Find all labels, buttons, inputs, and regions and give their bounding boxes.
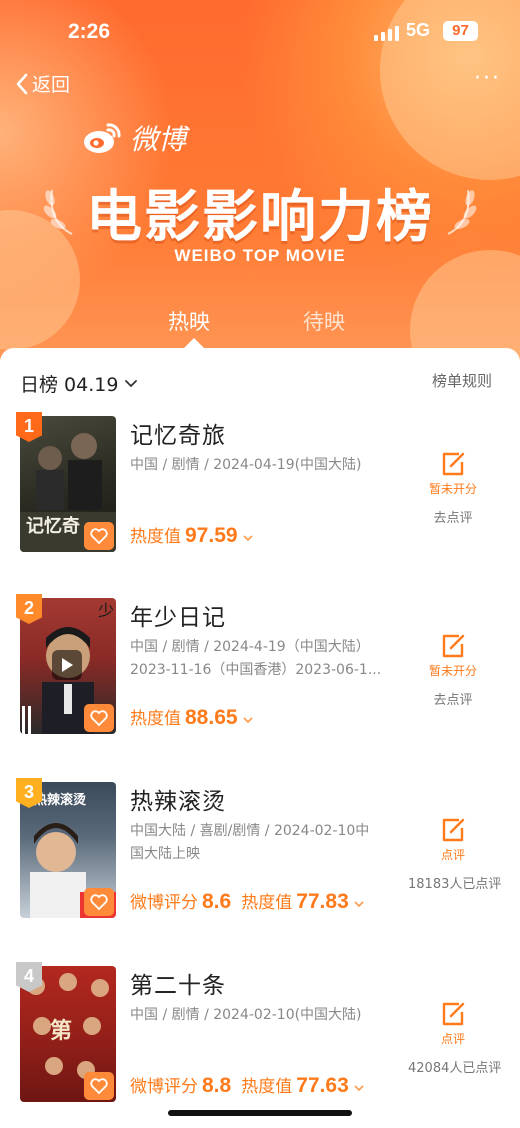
edit-icon — [442, 818, 465, 842]
movie-info: 中国 / 剧情 / 2024-4-19（中国大陆） 2023-11-16（中国香… — [130, 636, 402, 682]
movie-info-line: 中国 / 剧情 / 2024-4-19（中国大陆） — [130, 639, 370, 655]
chevron-down-icon — [242, 717, 253, 724]
heat-row[interactable]: 热度值 88.65 — [130, 704, 254, 730]
movie-title: 年少日记 — [130, 605, 226, 631]
movie-info-line: 中国 / 剧情 / 2024-04-19(中国大陆) — [130, 457, 362, 473]
network-label: 5G — [406, 20, 431, 40]
review-status: 点评 — [440, 1032, 465, 1046]
day-label: 日榜 04.19 — [20, 374, 119, 396]
movie-info-line: 中国 / 剧情 / 2024-02-10(中国大陆) — [130, 1007, 362, 1023]
tab-bar: 热映 待映 — [0, 306, 520, 346]
status-bar: 2:26 5G 97 — [0, 18, 520, 48]
movie-info: 中国大陆 / 喜剧/剧情 / 2024-02-10中 国大陆上映 — [130, 820, 402, 866]
review-count: 18183人已点评 — [408, 877, 502, 892]
home-indicator — [168, 1110, 352, 1116]
score-value: 8.6 — [202, 890, 232, 913]
logo-text: 微博 — [130, 123, 187, 156]
movie-item[interactable]: 第 4 第二十条 中国 / 剧情 / 2024-02-10(中国大陆) 微博评分… — [0, 962, 520, 1116]
review-button[interactable]: 暂未开分 去点评 — [408, 632, 498, 708]
status-time: 2:26 — [68, 20, 111, 43]
heat-row[interactable]: 热度值 97.59 — [130, 522, 254, 548]
chevron-down-icon — [354, 901, 364, 908]
tab-coming-soon[interactable]: 待映 — [303, 306, 345, 336]
svg-text:少: 少 — [98, 601, 114, 620]
heat-value: 97.59 — [185, 524, 238, 547]
review-button[interactable]: 点评 18183人已点评 — [408, 816, 502, 892]
heat-row[interactable]: 微博评分 8.6 热度值 77.83 — [130, 888, 365, 914]
edit-icon — [442, 634, 465, 658]
movie-info: 中国 / 剧情 / 2024-04-19(中国大陆) — [130, 454, 402, 477]
heart-icon[interactable] — [84, 522, 114, 550]
heat-value: 77.83 — [296, 890, 349, 913]
day-selector[interactable]: 日榜 04.19 — [20, 370, 138, 397]
back-button[interactable]: 返回 — [14, 70, 70, 97]
movie-item[interactable]: 少 2 年少日记 中国 / 剧情 / 2024-4-19（中国大陆） 2023-… — [0, 594, 520, 748]
svg-text:记忆奇: 记忆奇 — [26, 515, 80, 537]
heat-value: 77.63 — [296, 1074, 349, 1097]
chevron-left-icon — [16, 73, 28, 94]
battery-icon: 97 — [443, 21, 478, 41]
back-label: 返回 — [32, 74, 71, 96]
more-button[interactable]: ··· — [474, 66, 501, 91]
chevron-down-icon — [354, 1085, 364, 1092]
movie-item[interactable]: 记忆奇 1 记忆奇旅 中国 / 剧情 / 2024-04-19(中国大陆) 热度… — [0, 412, 520, 566]
review-button[interactable]: 暂未开分 去点评 — [408, 450, 498, 526]
movie-info-line: 2023-11-16（中国香港）2023-06-1... — [130, 662, 382, 678]
heat-row[interactable]: 微博评分 8.8 热度值 77.63 — [130, 1072, 365, 1098]
svg-text:第: 第 — [50, 1018, 72, 1044]
review-status: 暂未开分 — [428, 664, 477, 678]
heat-label: 热度值 — [241, 1077, 293, 1097]
heart-icon[interactable] — [84, 888, 114, 916]
review-status: 暂未开分 — [428, 482, 477, 496]
movie-title: 记忆奇旅 — [130, 423, 226, 449]
movie-info: 中国 / 剧情 / 2024-02-10(中国大陆) — [130, 1004, 402, 1027]
movie-title: 热辣滚烫 — [130, 789, 226, 815]
heat-label: 热度值 — [241, 893, 293, 913]
edit-icon — [442, 1002, 465, 1026]
play-icon[interactable] — [52, 650, 82, 680]
review-status: 点评 — [440, 848, 465, 862]
page-title: 电影影响力榜 — [86, 185, 434, 250]
score-label: 微博评分 — [130, 1077, 198, 1097]
weibo-logo: 微博 — [82, 118, 186, 158]
score-value: 8.8 — [202, 1074, 232, 1097]
heat-value: 88.65 — [185, 706, 238, 729]
heat-label: 热度值 — [130, 709, 181, 729]
signal-icon — [374, 26, 399, 41]
movie-item[interactable]: 热辣滚烫 3 热辣滚烫 中国大陆 / 喜剧/剧情 / 2024-02-10中 国… — [0, 778, 520, 932]
heart-icon[interactable] — [84, 704, 114, 732]
weibo-logo-icon — [84, 123, 121, 153]
movie-title: 第二十条 — [130, 973, 226, 999]
rules-link[interactable]: 榜单规则 — [432, 370, 492, 391]
chevron-down-icon — [125, 379, 138, 387]
tab-indicator — [184, 338, 204, 348]
heat-label: 热度值 — [130, 527, 181, 547]
page-subtitle: WEIBO TOP MOVIE — [174, 246, 346, 265]
score-label: 微博评分 — [130, 893, 198, 913]
heart-icon[interactable] — [84, 1072, 114, 1100]
tab-now-showing[interactable]: 热映 — [168, 306, 210, 336]
movie-info-line: 中国大陆 / 喜剧/剧情 / 2024-02-10中 — [130, 823, 370, 839]
movie-info-line: 国大陆上映 — [130, 846, 200, 862]
chevron-down-icon — [242, 535, 253, 542]
edit-icon — [442, 452, 465, 476]
review-link[interactable]: 去点评 — [408, 507, 498, 526]
header-banner: 2:26 5G 97 返回 ··· 微博 电影影响力榜 WEIBO TOP MO… — [0, 0, 520, 380]
review-count: 42084人已点评 — [408, 1061, 502, 1076]
review-link[interactable]: 去点评 — [408, 689, 498, 708]
review-button[interactable]: 点评 42084人已点评 — [408, 1000, 502, 1076]
